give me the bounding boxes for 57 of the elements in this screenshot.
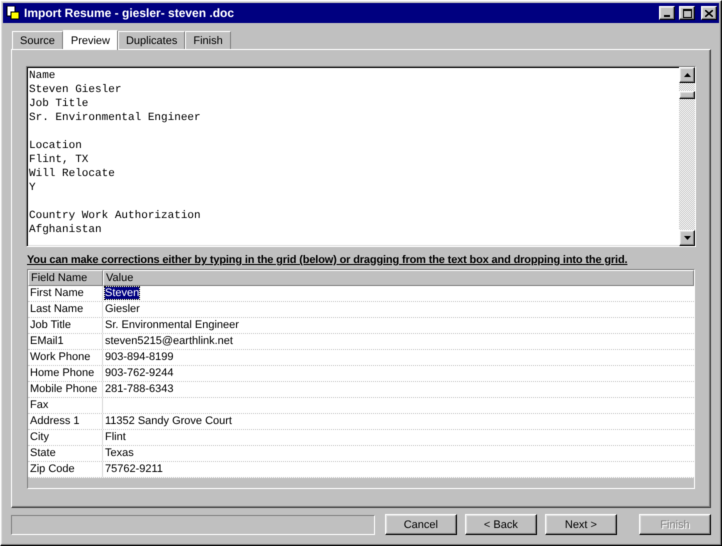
table-cell: Zip Code <box>28 462 103 477</box>
text-line: Location <box>29 139 83 153</box>
table-cell[interactable]: Sr. Environmental Engineer <box>105 319 239 331</box>
instruction-text: You can make corrections either by typing in the grid (below) or dragging from the text box and dropping into the grid. <box>27 254 628 266</box>
text-line: Sr. Environmental Engineer <box>29 111 202 125</box>
wizard-button[interactable]: < Back <box>464 514 537 535</box>
scroll-thumb[interactable] <box>679 91 695 99</box>
table-cell: Address 1 <box>28 414 103 429</box>
table-cell[interactable]: 11352 Sandy Grove Court <box>105 415 232 427</box>
table-cell: First Name <box>28 286 103 301</box>
tab[interactable]: Source <box>12 31 63 49</box>
table-cell: State <box>28 446 103 461</box>
document-icon <box>6 6 20 20</box>
table-cell: Last Name <box>28 302 103 317</box>
column-header: Value <box>103 270 694 286</box>
table-cell[interactable]: Steven <box>105 287 140 299</box>
minimize-button[interactable] <box>659 6 675 20</box>
column-header: Field Name <box>28 270 103 286</box>
table-cell: Job Title <box>28 318 103 333</box>
table-cell: EMail1 <box>28 334 103 349</box>
text-line: Country Work Authorization <box>29 209 202 223</box>
text-line: Will Relocate <box>29 167 116 181</box>
table-cell[interactable]: 281-788-6343 <box>105 383 174 395</box>
table-cell[interactable]: steven5215@earthlink.net <box>105 335 233 347</box>
table-cell: Fax <box>28 398 103 413</box>
down-arrow-icon <box>684 236 690 240</box>
table-cell: Home Phone <box>28 366 103 381</box>
table-cell[interactable]: Texas <box>105 447 134 459</box>
table-cell[interactable]: 75762-9211 <box>105 463 163 475</box>
scroll-up-button[interactable] <box>679 67 695 83</box>
wizard-button[interactable]: Next > <box>544 514 617 535</box>
text-line: Job Title <box>29 97 90 111</box>
close-icon <box>705 10 713 16</box>
text-line: Steven Giesler <box>29 83 122 97</box>
table-cell: Mobile Phone <box>28 382 103 397</box>
table-cell: City <box>28 430 103 445</box>
table-cell[interactable]: 903-894-8199 <box>105 351 174 363</box>
text-line: Afghanistan <box>29 223 103 237</box>
table-cell[interactable]: Giesler <box>105 303 140 315</box>
wizard-button[interactable]: Cancel <box>384 514 457 535</box>
text-line: Name <box>29 69 56 83</box>
tab[interactable]: Finish <box>185 31 231 49</box>
text-line: Y <box>29 181 37 195</box>
tab[interactable]: Duplicates <box>118 31 186 49</box>
close-button[interactable] <box>701 6 717 20</box>
table-cell[interactable]: 903-762-9244 <box>105 367 174 379</box>
up-arrow-icon <box>684 73 690 77</box>
text-line: Flint, TX <box>29 153 90 167</box>
tab[interactable]: Preview <box>62 30 118 50</box>
window-title: Import Resume - giesler- steven .doc <box>24 6 236 20</box>
maximize-button[interactable] <box>679 6 695 20</box>
scroll-down-button[interactable] <box>679 230 695 246</box>
table-cell: Work Phone <box>28 350 103 365</box>
maximize-icon <box>682 8 692 18</box>
table-cell[interactable]: Flint <box>105 431 126 443</box>
scroll-bar[interactable] <box>679 67 695 246</box>
preview-text-box[interactable]: Name Steven Giesler Job Title Sr. Environmental Engineer Location Flint, TX Will Relocate Y Country Work Authorization Afghanistan <box>26 66 696 247</box>
